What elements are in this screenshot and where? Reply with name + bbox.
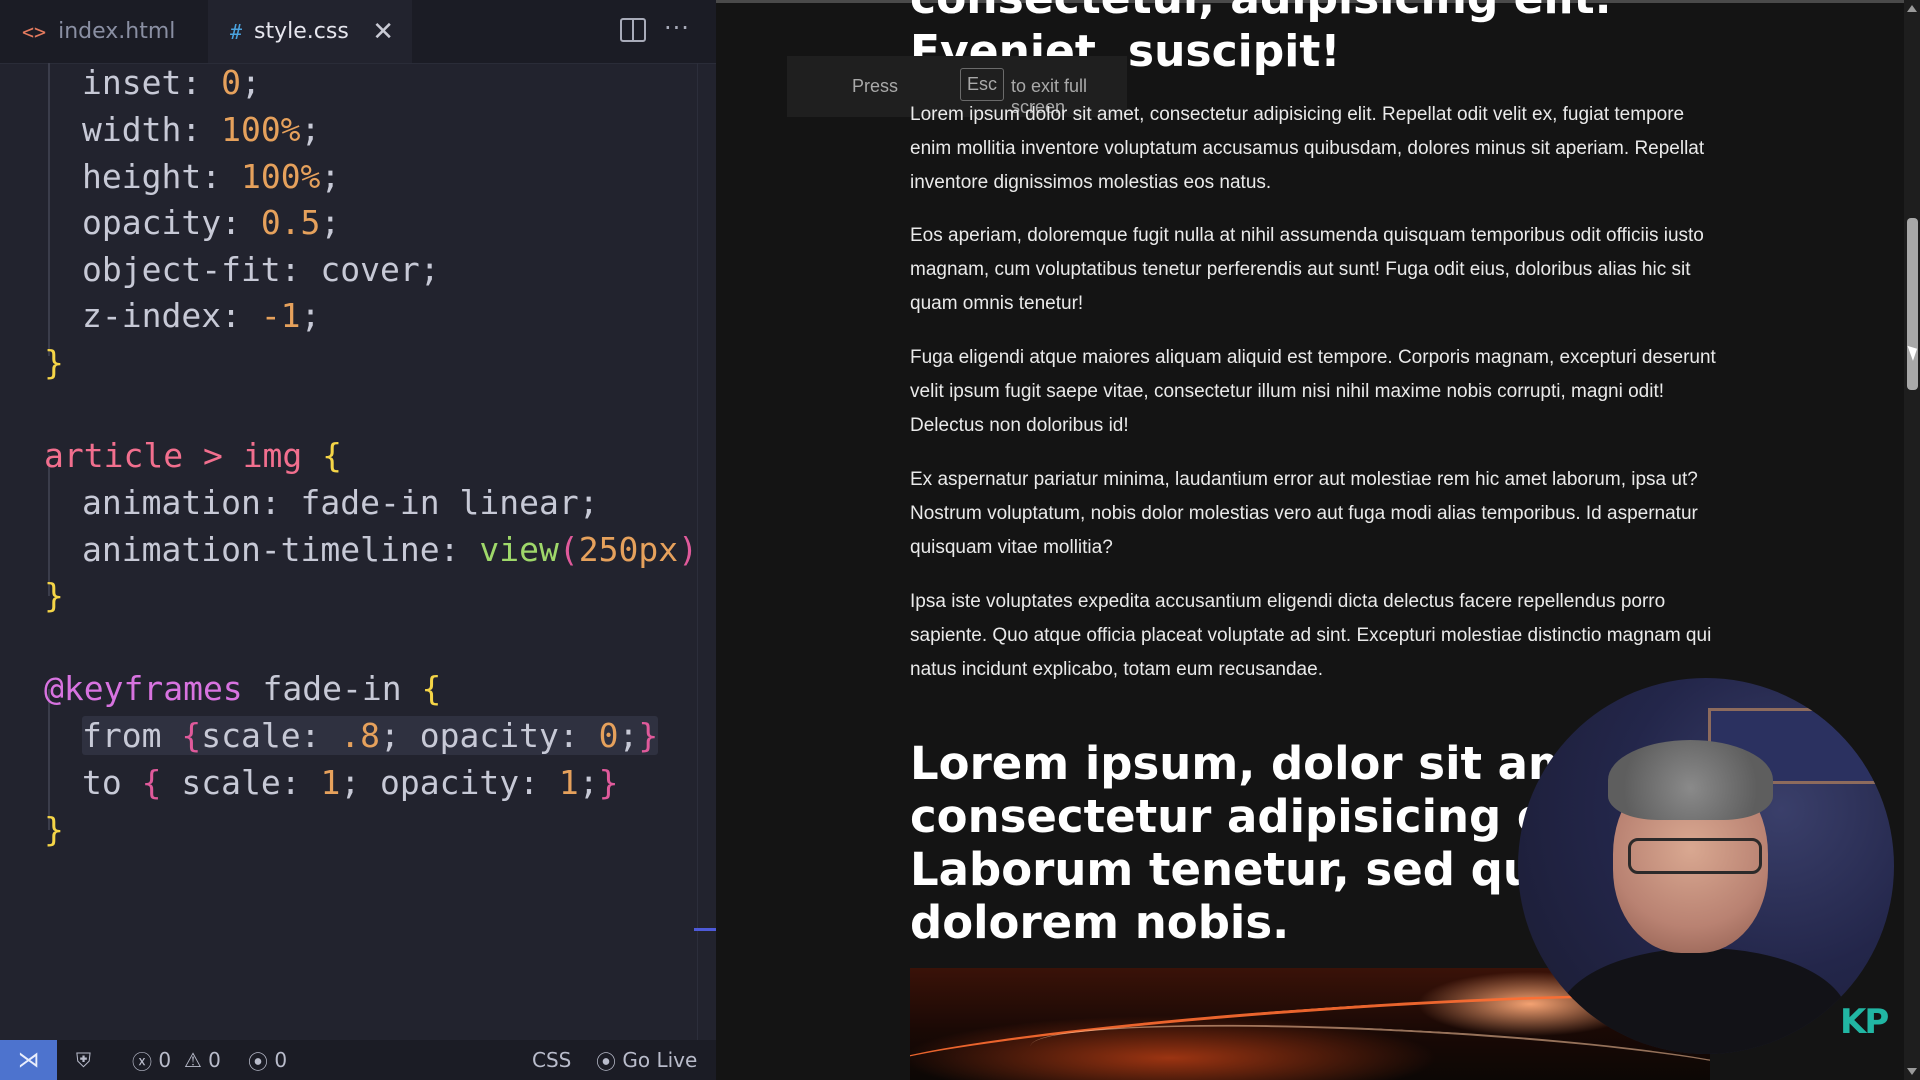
close-tab-icon[interactable]: ✕ (372, 19, 394, 45)
code-line: to { scale: 1; opacity: 1;} (82, 763, 619, 802)
code-line: animation-timeline: view(250px); (82, 530, 704, 569)
article-paragraph: Fuga eligendi atque maiores aliquam aliq… (910, 347, 1716, 436)
html-file-icon: <> (22, 19, 47, 44)
tab-label: index.html (58, 19, 176, 44)
article-paragraph: Ipsa iste voluptates expedita accusantiu… (910, 591, 1712, 680)
indent-guide (48, 63, 50, 356)
scroll-position-marker (694, 928, 716, 931)
article-paragraph: Ex aspernatur pariatur minima, laudantiu… (910, 469, 1698, 558)
code-line: opacity: 0.5; (82, 203, 341, 242)
status-bar: ⋊ ⛨ ⓧ 0 ⚠ 0 ⦿ 0 CSS ⦿ Go Live (0, 1040, 716, 1080)
warning-icon: ⚠ (183, 1048, 202, 1072)
code-line: object-fit: cover; (82, 250, 440, 289)
scrollbar-thumb[interactable] (1907, 218, 1918, 390)
split-editor-icon[interactable] (620, 18, 646, 42)
code-line: width: 100%; (82, 110, 321, 149)
code-line: inset: 0; (82, 63, 261, 102)
code-line: article > img { (44, 436, 343, 475)
ports-indicator[interactable]: ⦿ 0 (248, 1040, 287, 1080)
editor-tab-bar: <> index.html # style.css ✕ ··· (0, 0, 716, 64)
fullscreen-notice-press: Press (852, 76, 899, 96)
go-live-icon: ⦿ (596, 1049, 616, 1074)
code-area[interactable]: inset: 0; width: 100%; height: 100%; opa… (0, 63, 704, 1040)
code-line: animation: fade-in linear; (82, 483, 599, 522)
code-line: @keyframes fade-in { (44, 669, 442, 708)
code-line: from {scale: .8; opacity: 0;} (82, 716, 659, 755)
code-line: } (44, 810, 64, 849)
go-live-label: Go Live (622, 1048, 698, 1072)
go-live-button[interactable]: ⦿ Go Live (596, 1040, 697, 1080)
code-line: } (44, 576, 64, 615)
error-count: 0 (158, 1048, 172, 1072)
css-file-icon: # (230, 19, 243, 44)
language-mode[interactable]: CSS (532, 1040, 571, 1080)
indent-guide (48, 455, 50, 596)
article-paragraph: Lorem ipsum dolor sit amet, consectetur … (910, 104, 1705, 193)
indent-guide (48, 689, 50, 830)
shield-icon[interactable]: ⛨ (76, 1040, 91, 1080)
code-line: z-index: -1; (82, 296, 321, 335)
tab-label: style.css (254, 19, 349, 44)
code-line: height: 100%; (82, 157, 341, 196)
problems-indicator[interactable]: ⓧ 0 ⚠ 0 (132, 1040, 221, 1080)
presenter-glasses (1628, 838, 1762, 874)
tab-index-html[interactable]: <> index.html (0, 0, 206, 63)
code-editor[interactable]: <> index.html # style.css ✕ ··· inset: 0… (0, 0, 716, 1080)
esc-key-hint: Esc (960, 68, 1005, 101)
scroll-down-arrow-icon[interactable] (1907, 1068, 1917, 1075)
ports-count: 0 (274, 1048, 288, 1072)
scroll-up-arrow-icon[interactable] (1907, 5, 1917, 12)
tab-style-css[interactable]: # style.css ✕ (208, 0, 412, 63)
webcam-overlay (1518, 678, 1894, 1054)
channel-logo: KP (1840, 1002, 1889, 1042)
presenter-hair (1608, 740, 1773, 820)
broadcast-icon: ⦿ (248, 1049, 268, 1074)
more-actions-icon[interactable]: ··· (664, 14, 690, 42)
error-icon: ⓧ (132, 1049, 152, 1074)
remote-connection-icon[interactable]: ⋊ (0, 1040, 57, 1080)
warning-count: 0 (208, 1048, 221, 1072)
code-line: } (44, 343, 64, 382)
article-paragraph: Eos aperiam, doloremque fugit nulla at n… (910, 225, 1704, 314)
preview-scrollbar[interactable] (1904, 0, 1920, 1080)
editor-scrollbar-track[interactable] (697, 63, 698, 1040)
presenter-body (1558, 948, 1848, 1054)
